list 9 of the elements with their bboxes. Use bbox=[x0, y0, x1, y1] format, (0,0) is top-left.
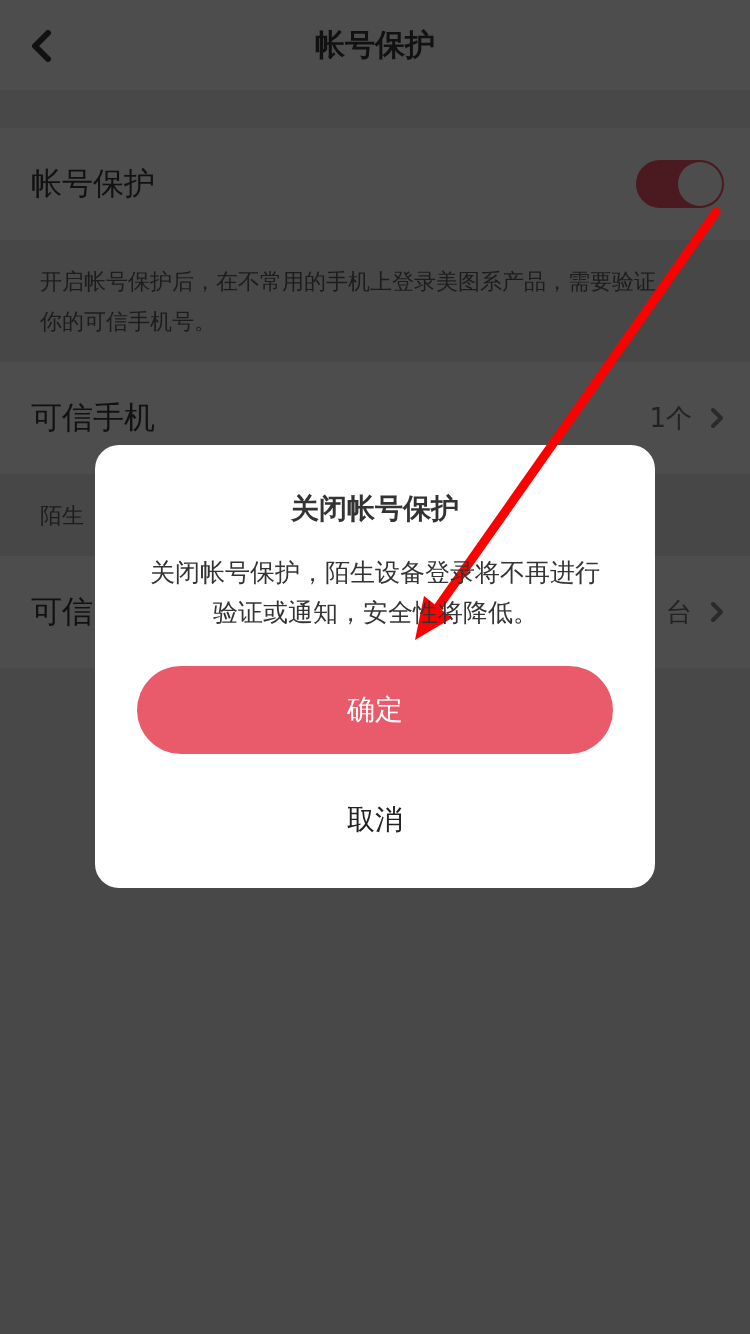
setting-label: 帐号保护 bbox=[31, 164, 155, 203]
page-title: 帐号保护 bbox=[315, 25, 435, 64]
chevron-right-icon bbox=[710, 407, 724, 429]
setting-label: 可信 bbox=[31, 592, 93, 631]
toggle-switch[interactable] bbox=[636, 160, 724, 208]
setting-label: 可信手机 bbox=[31, 398, 155, 437]
dialog-title: 关闭帐号保护 bbox=[291, 491, 459, 527]
cancel-button[interactable]: 取消 bbox=[347, 800, 403, 840]
chevron-right-icon bbox=[710, 601, 724, 623]
